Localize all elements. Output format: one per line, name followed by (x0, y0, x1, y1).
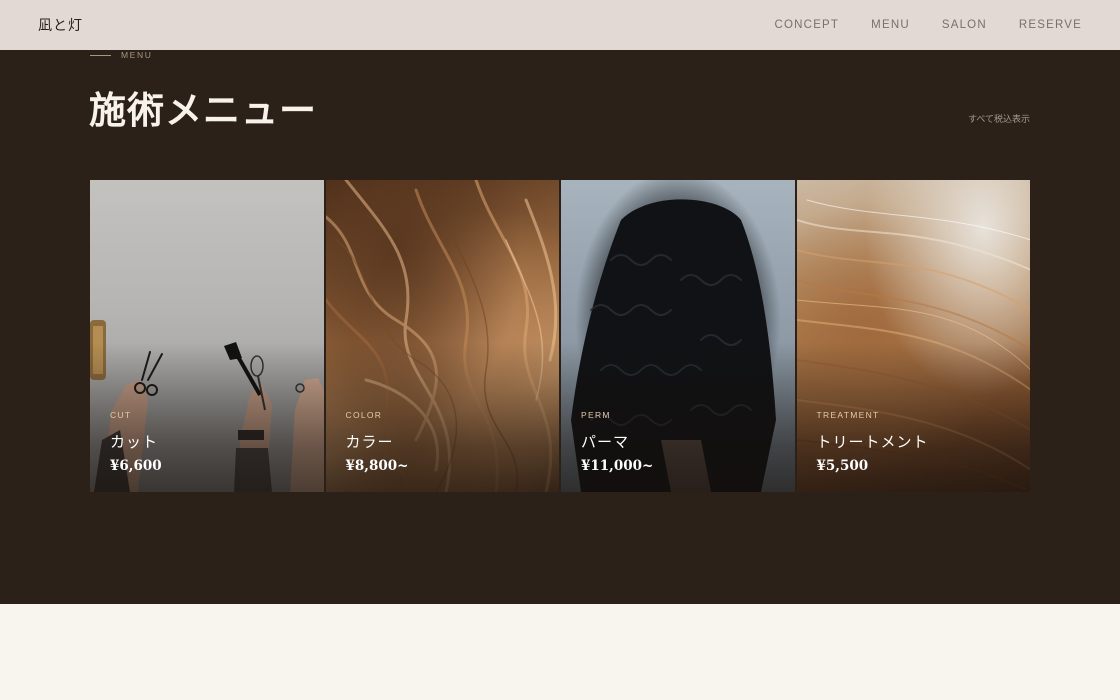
card-price: ¥6,600 (110, 458, 162, 474)
section-title: 施術メニュー (89, 88, 317, 132)
menu-cards: CUT カット ¥6,600 COLOR カラー ¥8,800~ PERM パー… (90, 180, 1030, 492)
nav-concept[interactable]: CONCEPT (775, 19, 840, 31)
card-name: パーマ (581, 433, 630, 451)
card-name: トリートメント (816, 433, 929, 451)
eyebrow-label: MENU (121, 50, 153, 60)
menu-section: MENU 施術メニュー すべて税込表示 CUT カット ¥6,600 COLOR… (0, 50, 1120, 604)
card-info-treatment: TREATMENT トリートメント ¥5,500 (817, 410, 929, 474)
card-name: カット (110, 433, 159, 451)
card-info-perm: PERM パーマ ¥11,000~ (581, 410, 653, 474)
menu-card-color[interactable]: COLOR カラー ¥8,800~ (325, 180, 559, 492)
section-eyebrow: MENU (90, 50, 152, 60)
card-category: TREATMENT (816, 410, 880, 420)
menu-card-cut[interactable]: CUT カット ¥6,600 (90, 180, 324, 492)
nav-menu[interactable]: MENU (871, 19, 910, 31)
card-info-cut: CUT カット ¥6,600 (110, 410, 162, 474)
eyebrow-divider (90, 54, 111, 56)
nav-reserve[interactable]: RESERVE (1019, 19, 1082, 31)
card-category: CUT (110, 410, 132, 420)
logo[interactable]: 凪と灯 (38, 15, 83, 35)
card-price: ¥8,800~ (345, 458, 409, 474)
card-category: COLOR (345, 410, 383, 420)
nav-salon[interactable]: SALON (942, 19, 987, 31)
card-name: カラー (345, 433, 394, 451)
tax-note: すべて税込表示 (967, 115, 1030, 125)
menu-card-perm[interactable]: PERM パーマ ¥11,000~ (561, 180, 795, 492)
card-price: ¥11,000~ (581, 458, 654, 474)
main-nav: CONCEPT MENU SALON RESERVE (775, 19, 1082, 31)
card-price: ¥5,500 (816, 458, 869, 474)
menu-card-treatment[interactable]: TREATMENT トリートメント ¥5,500 (796, 180, 1030, 492)
site-header: 凪と灯 CONCEPT MENU SALON RESERVE (0, 0, 1120, 50)
card-category: PERM (581, 410, 611, 420)
card-info-color: COLOR カラー ¥8,800~ (346, 410, 409, 474)
